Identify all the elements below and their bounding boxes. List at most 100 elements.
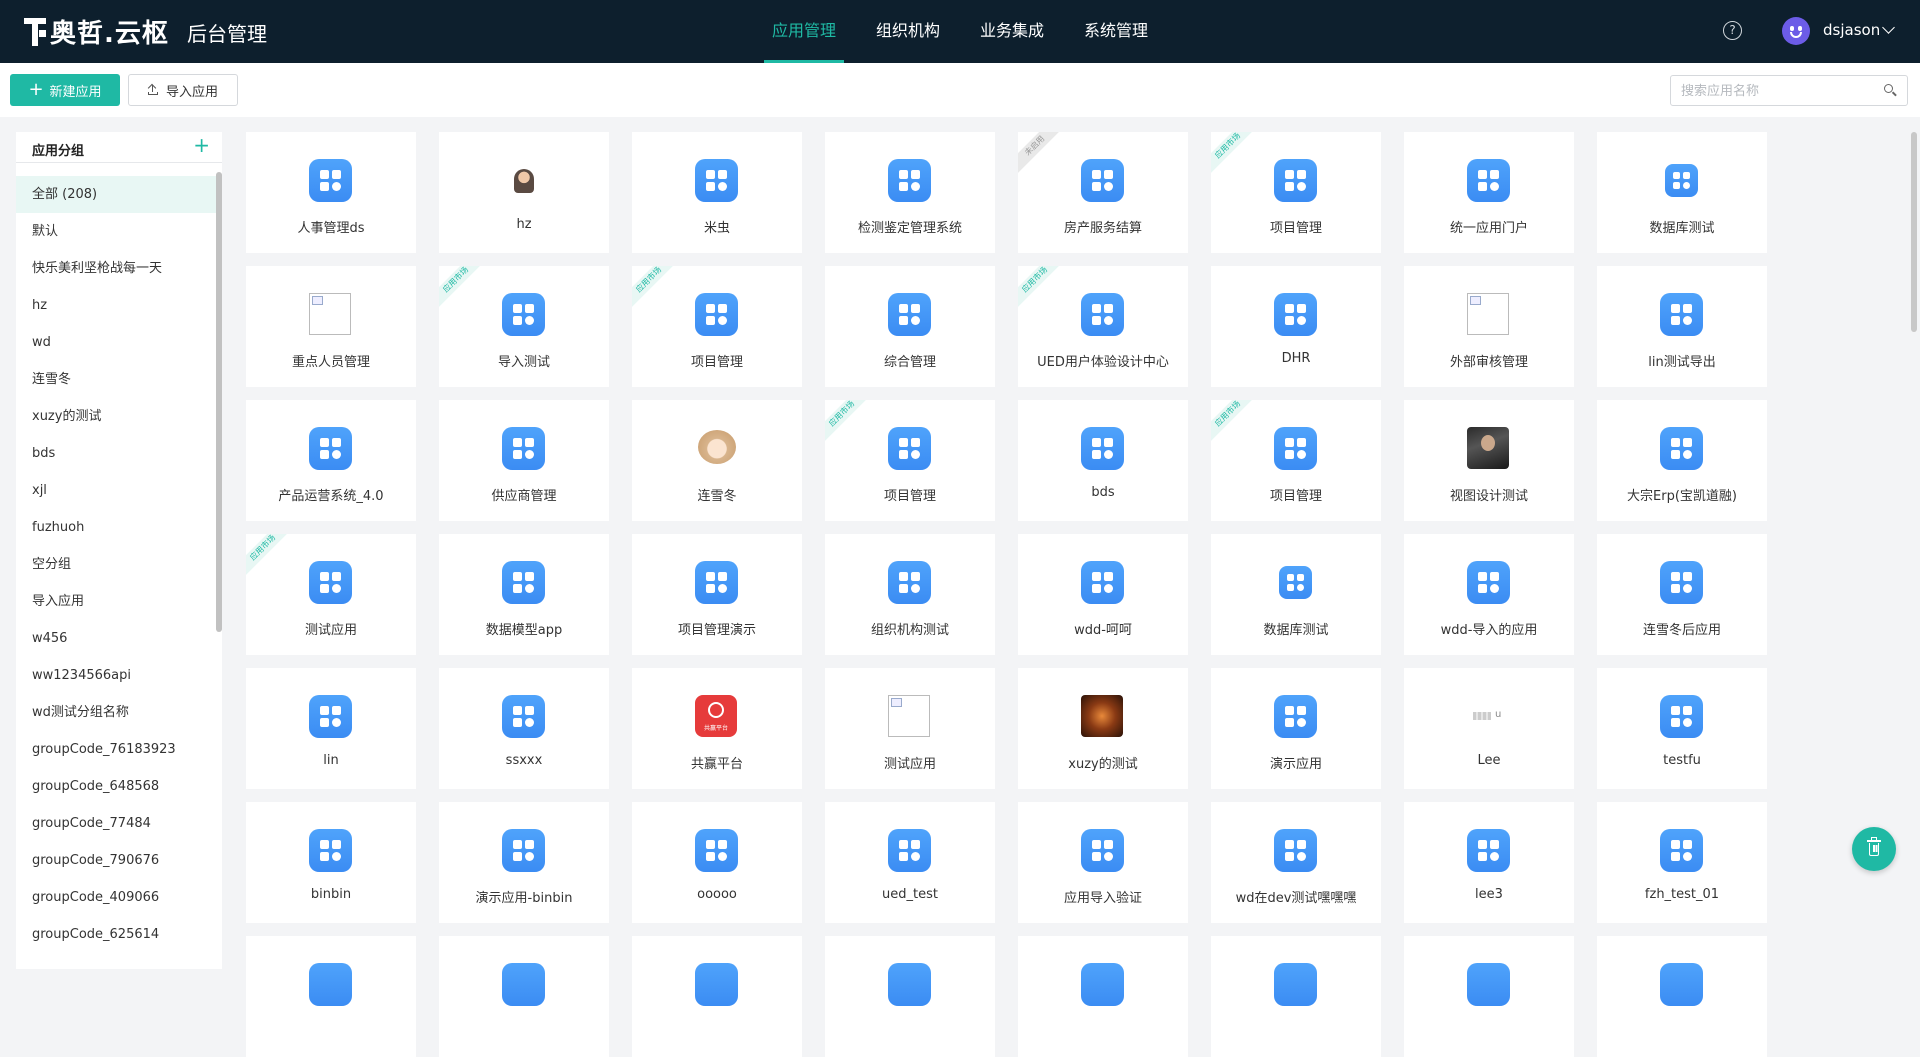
- app-card[interactable]: wd在dev测试嘿嘿嘿: [1211, 802, 1381, 923]
- search-input[interactable]: [1679, 76, 1883, 107]
- app-card[interactable]: [1211, 936, 1381, 1057]
- main-scrollbar[interactable]: [1911, 132, 1917, 332]
- group-item[interactable]: 导入应用: [16, 583, 216, 620]
- avatar[interactable]: [1782, 17, 1810, 45]
- app-card[interactable]: hz: [439, 132, 609, 253]
- app-card[interactable]: 导入测试 应用市场: [439, 266, 609, 387]
- app-card[interactable]: 米虫: [632, 132, 802, 253]
- app-card[interactable]: 共赢平台 共赢平台: [632, 668, 802, 789]
- app-card[interactable]: lin测试导出: [1597, 266, 1767, 387]
- app-card[interactable]: [1404, 936, 1574, 1057]
- app-card[interactable]: 统一应用门户: [1404, 132, 1574, 253]
- group-item[interactable]: wd: [16, 324, 216, 361]
- group-item[interactable]: groupCode_648568: [16, 768, 216, 805]
- app-card[interactable]: wdd-呵呵: [1018, 534, 1188, 655]
- app-name: bds: [1091, 485, 1115, 500]
- nav-item-integration[interactable]: 业务集成: [972, 0, 1052, 63]
- app-card[interactable]: 项目管理 应用市场: [1211, 400, 1381, 521]
- app-card[interactable]: DHR: [1211, 266, 1381, 387]
- sidebar-scrollbar[interactable]: [216, 172, 222, 632]
- chevron-down-icon[interactable]: [1882, 21, 1895, 34]
- app-card[interactable]: [825, 936, 995, 1057]
- app-card[interactable]: 房产服务结算 未启用: [1018, 132, 1188, 253]
- app-card[interactable]: 应用导入验证: [1018, 802, 1188, 923]
- app-card[interactable]: 连雪冬: [632, 400, 802, 521]
- app-card[interactable]: wdd-导入的应用: [1404, 534, 1574, 655]
- nav-item-organization[interactable]: 组织机构: [868, 0, 948, 63]
- add-group-icon[interactable]: +: [193, 135, 210, 155]
- app-card[interactable]: binbin: [246, 802, 416, 923]
- app-card[interactable]: 项目管理 应用市场: [1211, 132, 1381, 253]
- app-card[interactable]: 大宗Erp(宝凯道融): [1597, 400, 1767, 521]
- group-item[interactable]: bds: [16, 435, 216, 472]
- app-card[interactable]: 连雪冬后应用: [1597, 534, 1767, 655]
- app-card[interactable]: 测试应用 应用市场: [246, 534, 416, 655]
- app-card[interactable]: 外部审核管理: [1404, 266, 1574, 387]
- app-card[interactable]: ued_test: [825, 802, 995, 923]
- app-grid-icon: [309, 427, 352, 470]
- nav-item-app-management[interactable]: 应用管理: [764, 0, 845, 63]
- group-item[interactable]: 快乐美利坚枪战每一天: [16, 250, 216, 287]
- new-app-button[interactable]: + 新建应用: [10, 74, 120, 106]
- app-card[interactable]: 供应商管理: [439, 400, 609, 521]
- app-card[interactable]: 数据模型app: [439, 534, 609, 655]
- app-card[interactable]: 数据库测试: [1597, 132, 1767, 253]
- app-card[interactable]: [1597, 936, 1767, 1057]
- app-card[interactable]: lin: [246, 668, 416, 789]
- app-card[interactable]: 重点人员管理: [246, 266, 416, 387]
- app-card[interactable]: 检测鉴定管理系统: [825, 132, 995, 253]
- app-card[interactable]: bds: [1018, 400, 1188, 521]
- help-icon[interactable]: ?: [1723, 21, 1742, 40]
- app-card[interactable]: 演示应用-binbin: [439, 802, 609, 923]
- app-card[interactable]: [246, 936, 416, 1057]
- app-card[interactable]: ooooo: [632, 802, 802, 923]
- group-item[interactable]: groupCode_625614: [16, 916, 216, 953]
- app-grid-icon: [888, 159, 931, 202]
- app-card[interactable]: testfu: [1597, 668, 1767, 789]
- group-item[interactable]: 空分组: [16, 546, 216, 583]
- import-app-button[interactable]: 导入应用: [128, 74, 238, 106]
- app-card[interactable]: [439, 936, 609, 1057]
- group-item[interactable]: ww1234566api: [16, 657, 216, 694]
- logo[interactable]: 奥哲.云枢: [24, 14, 169, 49]
- app-card[interactable]: 项目管理 应用市场: [825, 400, 995, 521]
- app-card[interactable]: ssxxx: [439, 668, 609, 789]
- app-card[interactable]: 项目管理演示: [632, 534, 802, 655]
- recycle-bin-button[interactable]: [1852, 827, 1896, 871]
- app-card[interactable]: 产品运营系统_4.0: [246, 400, 416, 521]
- app-card[interactable]: fzh_test_01: [1597, 802, 1767, 923]
- app-card[interactable]: 人事管理ds: [246, 132, 416, 253]
- group-item[interactable]: groupCode_409066: [16, 879, 216, 916]
- app-card[interactable]: lee3: [1404, 802, 1574, 923]
- search-icon[interactable]: [1884, 84, 1897, 97]
- app-card[interactable]: 测试应用: [825, 668, 995, 789]
- group-item[interactable]: xjl: [16, 472, 216, 509]
- group-item[interactable]: 默认: [16, 213, 216, 250]
- group-item-all[interactable]: 全部 (208): [16, 176, 216, 213]
- app-card[interactable]: UED用户体验设计中心 应用市场: [1018, 266, 1188, 387]
- nav-item-system[interactable]: 系统管理: [1076, 0, 1156, 63]
- app-card[interactable]: xuzy的测试: [1018, 668, 1188, 789]
- app-name: 项目管理: [1269, 221, 1322, 236]
- app-card[interactable]: 视图设计测试: [1404, 400, 1574, 521]
- group-item[interactable]: wd测试分组名称: [16, 694, 216, 731]
- app-card[interactable]: 综合管理: [825, 266, 995, 387]
- app-card[interactable]: [1018, 936, 1188, 1057]
- app-card[interactable]: 数据库测试: [1211, 534, 1381, 655]
- app-card[interactable]: 组织机构测试: [825, 534, 995, 655]
- app-grid-small-icon: [1279, 566, 1312, 599]
- app-card[interactable]: 项目管理 应用市场: [632, 266, 802, 387]
- group-item[interactable]: 连雪冬: [16, 361, 216, 398]
- group-item[interactable]: fuzhuoh: [16, 509, 216, 546]
- group-item[interactable]: groupCode_77484: [16, 805, 216, 842]
- app-card[interactable]: 演示应用: [1211, 668, 1381, 789]
- username[interactable]: dsjason: [1823, 21, 1880, 39]
- group-item[interactable]: groupCode_790676: [16, 842, 216, 879]
- app-card[interactable]: [632, 936, 802, 1057]
- app-name: 项目管理演示: [677, 623, 756, 638]
- group-item[interactable]: hz: [16, 287, 216, 324]
- group-item[interactable]: groupCode_76183923: [16, 731, 216, 768]
- group-item[interactable]: xuzy的测试: [16, 398, 216, 435]
- app-card[interactable]: u Lee: [1404, 668, 1574, 789]
- group-item[interactable]: w456: [16, 620, 216, 657]
